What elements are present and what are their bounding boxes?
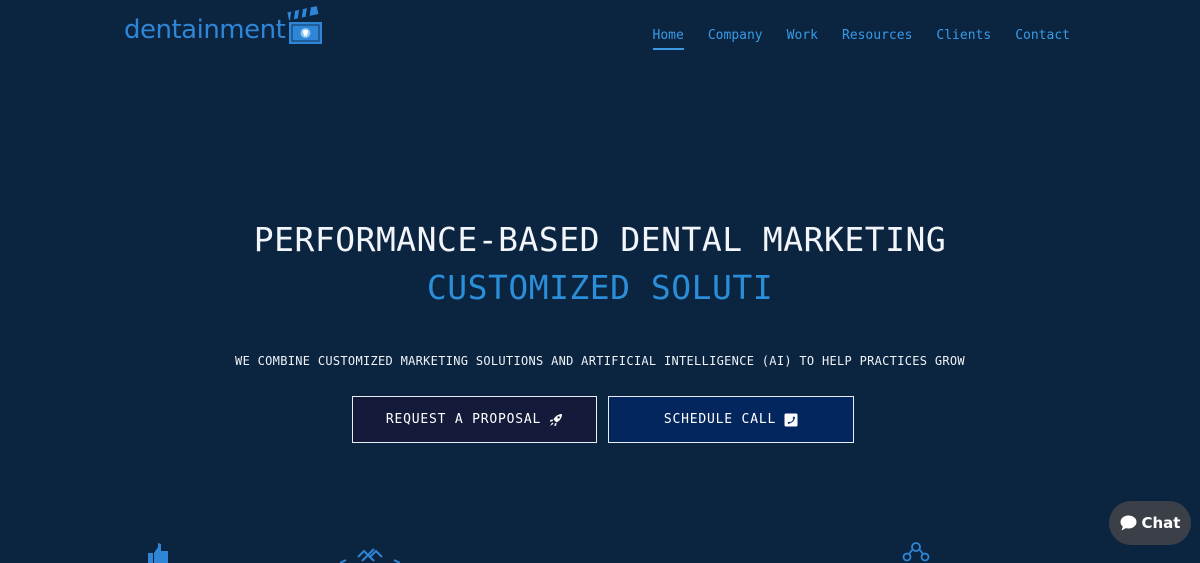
- chat-button[interactable]: Chat: [1109, 501, 1191, 545]
- phone-square-icon: [784, 413, 798, 426]
- thumbs-up-icon: [148, 543, 168, 563]
- nav-item-resources[interactable]: Resources: [842, 28, 912, 50]
- request-proposal-label: REQUEST A PROPOSAL: [385, 412, 542, 427]
- nav-item-work[interactable]: Work: [787, 28, 818, 50]
- nav-item-clients[interactable]: Clients: [936, 28, 991, 50]
- landing-page: dentainment Home Company Work Resources …: [0, 0, 1200, 563]
- diamond-network-icon: [340, 548, 400, 563]
- clapperboard-icon: [287, 6, 323, 44]
- schedule-call-label: SCHEDULE CALL: [663, 412, 777, 427]
- nav-item-contact[interactable]: Contact: [1015, 28, 1070, 50]
- hero-subtitle: CUSTOMIZED SOLUTI: [426, 268, 774, 307]
- chat-bubble-icon: [1120, 515, 1136, 531]
- chat-label: Chat: [1141, 514, 1181, 532]
- hero-title: PERFORMANCE-BASED DENTAL MARKETING: [253, 220, 947, 259]
- request-proposal-button[interactable]: REQUEST A PROPOSAL: [352, 396, 597, 443]
- logo-text: dentainment: [124, 15, 286, 45]
- hero-description: WE COMBINE CUSTOMIZED MARKETING SOLUTION…: [235, 354, 965, 368]
- logo[interactable]: dentainment: [124, 4, 324, 46]
- schedule-call-button[interactable]: SCHEDULE CALL: [608, 396, 854, 443]
- team-icon: [902, 542, 930, 562]
- rocket-icon: [549, 413, 563, 426]
- nav-item-home[interactable]: Home: [652, 28, 684, 50]
- nav-item-company[interactable]: Company: [708, 28, 763, 50]
- main-nav: Home Company Work Resources Clients Cont…: [629, 28, 1070, 50]
